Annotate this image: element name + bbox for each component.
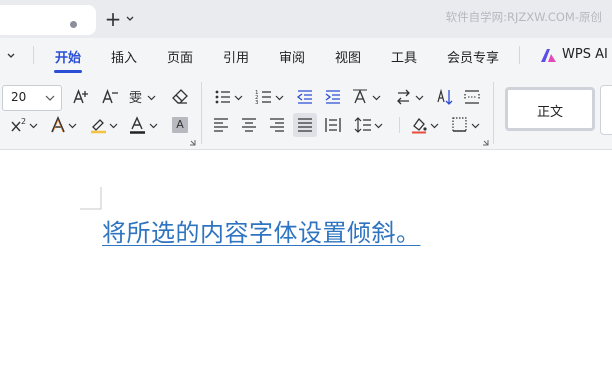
character-shading-label: A xyxy=(176,118,184,131)
justify-icon[interactable] xyxy=(296,116,314,134)
active-tab-indicator xyxy=(54,70,82,73)
increase-indent-icon[interactable] xyxy=(324,88,342,106)
superscript-icon[interactable]: 2 xyxy=(10,116,40,134)
menu-tab-member[interactable]: 会员专享 xyxy=(447,47,499,66)
highlight-pen-icon[interactable] xyxy=(90,116,120,134)
unsaved-dot-icon xyxy=(70,21,77,28)
menu-bar xyxy=(0,38,612,74)
line-spacing-icon[interactable] xyxy=(354,116,386,134)
style-normal-label: 正文 xyxy=(536,105,563,120)
menu-tab-tools[interactable]: 工具 xyxy=(391,47,417,66)
svg-text:雯: 雯 xyxy=(129,91,142,106)
document-page[interactable] xyxy=(0,150,612,374)
borders-icon[interactable] xyxy=(451,116,483,134)
align-center-icon[interactable] xyxy=(240,116,258,134)
menu-tab-home[interactable]: 开始 xyxy=(55,47,81,66)
chevron-down-icon[interactable] xyxy=(125,13,135,25)
svg-text:2: 2 xyxy=(21,117,26,126)
style-heading-button[interactable] xyxy=(600,85,612,135)
ribbon-divider xyxy=(201,82,202,144)
distributed-align-icon[interactable] xyxy=(324,116,342,134)
text-effect-icon[interactable] xyxy=(50,116,80,134)
character-shading-button[interactable]: A xyxy=(172,117,188,133)
font-dialog-launcher-icon[interactable] xyxy=(190,140,196,146)
increase-font-size-icon[interactable] xyxy=(72,88,90,106)
style-normal-button[interactable]: 正文 xyxy=(505,87,595,131)
paragraph-shading-icon[interactable] xyxy=(410,116,442,134)
paragraph-dialog-launcher-icon[interactable] xyxy=(483,140,489,146)
collapse-chevron-icon[interactable] xyxy=(6,50,16,62)
font-color-icon[interactable] xyxy=(129,116,161,134)
document-paragraph[interactable]: 将所选的内容字体设置倾斜。 xyxy=(102,213,421,248)
chevron-down-icon xyxy=(45,95,55,101)
decrease-indent-icon[interactable] xyxy=(296,88,314,106)
menu-tab-insert[interactable]: 插入 xyxy=(111,47,137,66)
character-spacing-icon[interactable] xyxy=(352,88,384,106)
menu-divider xyxy=(519,46,520,64)
new-tab-button[interactable]: + xyxy=(102,8,124,30)
align-right-icon[interactable] xyxy=(268,116,286,134)
numbered-list-icon[interactable]: 1 2 3 xyxy=(255,88,287,106)
margin-corner-mark xyxy=(80,187,102,210)
menu-tab-view[interactable]: 视图 xyxy=(335,47,361,66)
menu-tab-page[interactable]: 页面 xyxy=(167,47,193,66)
watermark-text: 软件自学网:RJZXW.COM-原创 xyxy=(445,10,602,24)
menu-tab-review[interactable]: 审阅 xyxy=(279,47,305,66)
show-hide-marks-icon[interactable] xyxy=(463,88,481,106)
ribbon-divider xyxy=(493,82,494,144)
font-size-select[interactable]: 20 xyxy=(2,85,62,111)
wps-ai-logo-icon xyxy=(541,49,556,62)
menu-divider xyxy=(33,46,34,64)
title-bar: + 软件自学网:RJZXW.COM-原创 xyxy=(0,0,612,38)
decrease-font-size-icon[interactable] xyxy=(101,88,119,106)
clear-formatting-icon[interactable] xyxy=(171,88,189,106)
wps-ai-label: WPS AI xyxy=(562,47,608,62)
sort-icon[interactable] xyxy=(436,88,454,106)
menu-tab-reference[interactable]: 引用 xyxy=(223,47,249,66)
font-size-value: 20 xyxy=(11,90,27,104)
text-direction-icon[interactable] xyxy=(395,88,427,106)
document-tab[interactable] xyxy=(0,5,96,35)
svg-text:3: 3 xyxy=(255,100,259,106)
phonetic-guide-icon[interactable]: 雯 xyxy=(129,88,159,106)
align-left-icon[interactable] xyxy=(212,116,230,134)
ribbon-divider xyxy=(399,117,400,133)
bullet-list-icon[interactable] xyxy=(214,88,246,106)
